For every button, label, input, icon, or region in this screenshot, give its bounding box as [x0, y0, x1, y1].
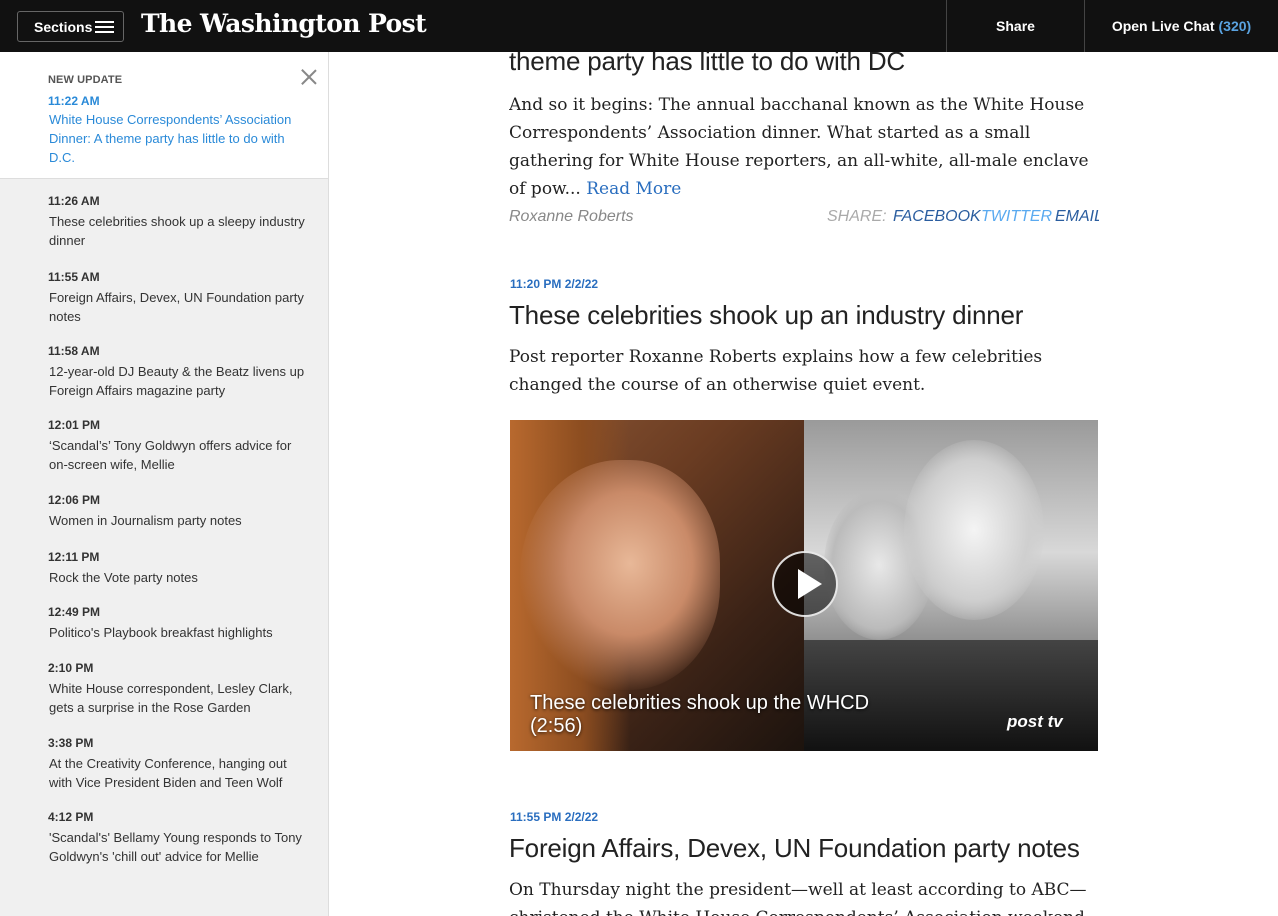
- hamburger-menu-icon: [95, 21, 114, 33]
- share-twitter-link[interactable]: TWITTER: [981, 208, 1052, 226]
- video-player[interactable]: These celebrities shook up the WHCD (2:5…: [510, 420, 1098, 751]
- washington-post-logo[interactable]: The Washington Post: [141, 9, 427, 38]
- update-title: Women in Journalism party notes: [49, 513, 242, 528]
- video-title-overlay: These celebrities shook up the WHCD (2:5…: [530, 692, 869, 738]
- sections-button[interactable]: Sections: [17, 11, 124, 42]
- new-update-label: NEW UPDATE: [48, 74, 123, 86]
- open-live-chat-label: Open Live Chat: [1111, 18, 1215, 34]
- update-title: 'Scandal's' Bellamy Young responds to To…: [49, 830, 302, 864]
- share-facebook-link[interactable]: FACEBOOK: [893, 208, 981, 226]
- post-tv-logo: post tv: [1007, 712, 1063, 731]
- update-list-item[interactable]: 11:58 AM 12-year-old DJ Beauty & the Bea…: [48, 344, 308, 400]
- update-list-item[interactable]: 12:11 PM Rock the Vote party notes: [48, 550, 308, 587]
- live-chat-count: (320): [1218, 18, 1252, 34]
- update-time: 4:12 PM: [48, 810, 94, 824]
- post-body: And so it begins: The annual bacchanal k…: [509, 91, 1099, 203]
- sections-label: Sections: [34, 18, 93, 35]
- new-update-time: 11:22 AM: [48, 94, 100, 108]
- share-email-link[interactable]: EMAIL: [1055, 208, 1099, 226]
- post-author: Roxanne Roberts: [509, 208, 634, 225]
- update-time: 12:01 PM: [48, 418, 101, 432]
- close-icon[interactable]: [301, 69, 317, 85]
- post-timestamp: 11:20 PM 2/2/22: [510, 277, 599, 291]
- share-button[interactable]: Share: [946, 0, 1085, 52]
- update-time: 11:58 AM: [48, 344, 100, 358]
- update-list-item[interactable]: 11:55 AM Foreign Affairs, Devex, UN Foun…: [48, 270, 308, 326]
- video-title: These celebrities shook up the WHCD: [530, 692, 870, 714]
- post-body: On Thursday night the president—well at …: [509, 880, 1087, 916]
- update-time: 12:49 PM: [48, 605, 101, 619]
- post-timestamp: 11:55 PM 2/2/22: [510, 810, 599, 824]
- update-time: 11:26 AM: [48, 194, 100, 208]
- update-title: Rock the Vote party notes: [49, 570, 198, 585]
- new-update-link[interactable]: White House Correspondents’ Association …: [49, 110, 299, 167]
- update-title: Foreign Affairs, Devex, UN Foundation pa…: [49, 290, 304, 324]
- update-list-item[interactable]: 3:38 PM At the Creativity Conference, ha…: [48, 736, 308, 792]
- update-time: 12:06 PM: [48, 493, 101, 507]
- post-headline[interactable]: These celebrities shook up an industry d…: [509, 300, 1023, 331]
- live-blog-feed: theme party has little to do with DC And…: [509, 52, 1099, 916]
- video-duration: (2:56): [530, 715, 583, 737]
- top-navigation-bar: Sections The Washington Post Share Open …: [0, 0, 1278, 52]
- update-list-item[interactable]: 11:26 AM These celebrities shook up a sl…: [48, 194, 308, 250]
- open-live-chat-button[interactable]: Open Live Chat (320): [1085, 0, 1278, 52]
- share-label: SHARE:: [827, 208, 887, 225]
- update-time: 11:55 AM: [48, 270, 100, 284]
- updates-sidebar: NEW UPDATE 11:22 AM White House Correspo…: [0, 52, 329, 916]
- play-button-icon[interactable]: [772, 551, 838, 617]
- update-list-item[interactable]: 2:10 PM White House correspondent, Lesle…: [48, 661, 308, 717]
- update-list-item[interactable]: 4:12 PM 'Scandal's' Bellamy Young respon…: [48, 810, 308, 866]
- post-body: Post reporter Roxanne Roberts explains h…: [509, 347, 1043, 395]
- update-time: 2:10 PM: [48, 661, 94, 675]
- update-title: These celebrities shook up a sleepy indu…: [49, 214, 305, 248]
- read-more-link[interactable]: Read More: [586, 179, 681, 199]
- post-headline[interactable]: theme party has little to do with DC: [509, 52, 905, 77]
- new-update-panel[interactable]: NEW UPDATE 11:22 AM White House Correspo…: [0, 52, 328, 179]
- update-title: ‘Scandal’s’ Tony Goldwyn offers advice f…: [49, 438, 292, 472]
- post-byline-row: Roxanne Roberts SHARE: FACEBOOK TWITTER …: [509, 206, 1099, 230]
- update-list-item[interactable]: 12:06 PM Women in Journalism party notes: [48, 493, 308, 530]
- update-title: Politico's Playbook breakfast highlights: [49, 625, 273, 640]
- update-list-item[interactable]: 12:49 PM Politico's Playbook breakfast h…: [48, 605, 308, 642]
- update-title: 12-year-old DJ Beauty & the Beatz livens…: [49, 364, 305, 398]
- post-headline[interactable]: Foreign Affairs, Devex, UN Foundation pa…: [509, 833, 1080, 864]
- update-list-item[interactable]: 12:01 PM ‘Scandal’s’ Tony Goldwyn offers…: [48, 418, 308, 474]
- update-time: 3:38 PM: [48, 736, 94, 750]
- update-title: At the Creativity Conference, hanging ou…: [49, 756, 287, 790]
- update-title: White House correspondent, Lesley Clark,…: [49, 681, 293, 715]
- update-time: 12:11 PM: [48, 550, 100, 564]
